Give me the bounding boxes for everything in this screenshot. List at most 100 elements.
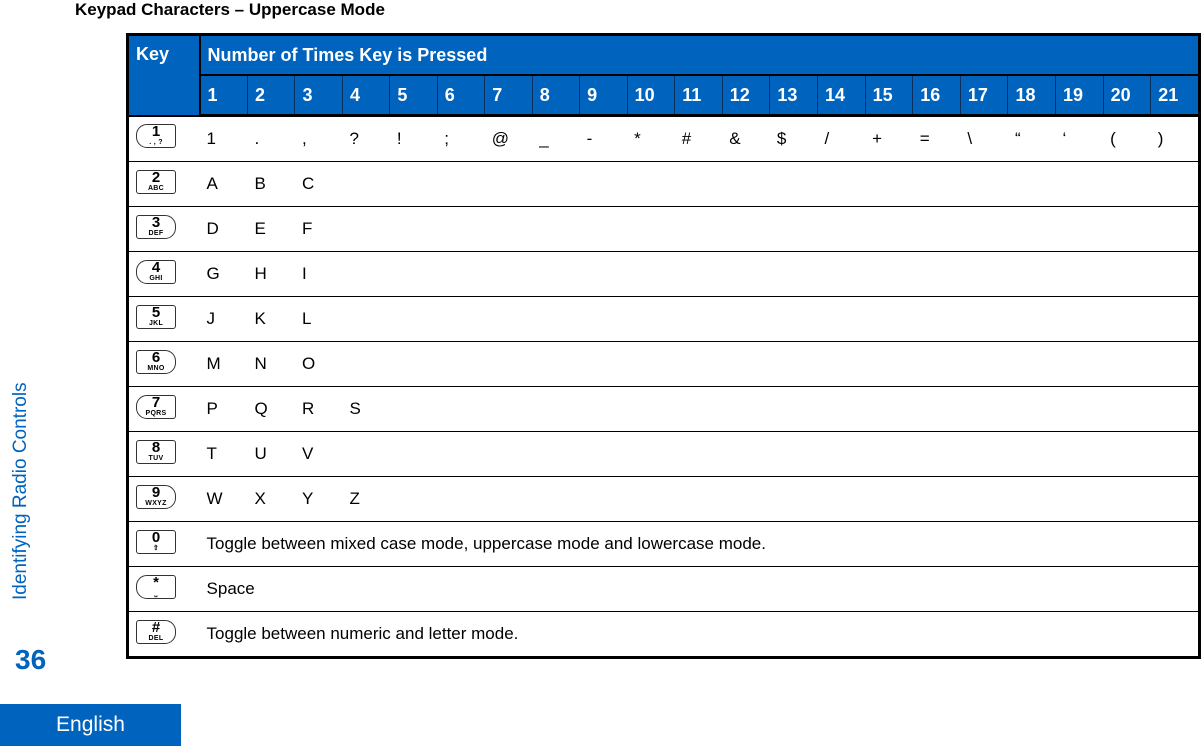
character-cell [865, 386, 913, 432]
character-cell [1007, 296, 1056, 342]
key-sub-glyph: JKL [148, 319, 164, 327]
key-description: Toggle between numeric and letter mode. [206, 624, 519, 643]
character-cell [817, 341, 866, 387]
character-cell [1150, 206, 1200, 252]
character-cell [579, 251, 628, 297]
key-0-icon: 0 ⇧ [136, 529, 176, 554]
character-cell [960, 341, 1008, 387]
character-cell [389, 476, 438, 522]
keypad-characters-table: Key Number of Times Key is Pressed 12345… [126, 33, 1201, 659]
character-cell [484, 431, 533, 477]
table-row: 5 JKL J K L [127, 296, 1200, 342]
character-cell [627, 206, 675, 252]
character-cell: I [294, 251, 343, 297]
character-cell: K [247, 296, 295, 342]
press-count-header: 12 [721, 75, 770, 117]
character-cell [722, 341, 770, 387]
press-count-header: 10 [626, 75, 675, 117]
key-2-icon: 2 ABC [136, 169, 176, 194]
character-cell: = [912, 115, 961, 162]
character-cell [960, 431, 1008, 477]
press-count-header: 6 [436, 75, 485, 117]
section-label: Identifying Radio Controls [10, 382, 31, 600]
character-cell [769, 476, 818, 522]
character-cell [627, 476, 675, 522]
character-cell [674, 386, 723, 432]
character-cell [532, 386, 580, 432]
character-cell [769, 161, 818, 207]
character-cell [532, 296, 580, 342]
character-cell [769, 431, 818, 477]
table-row: 7 PQRS P Q R S [127, 386, 1200, 432]
character-cell [484, 206, 533, 252]
key-sub-glyph: ⇧ [152, 544, 160, 552]
key-main-glyph: 4 [151, 258, 161, 276]
character-cell: & [722, 115, 770, 162]
key-main-glyph: 5 [151, 303, 161, 321]
key-3-icon: 3 DEF [136, 214, 176, 239]
key-cell: 4 GHI [127, 251, 200, 297]
character-cell [437, 386, 485, 432]
character-cell: F [294, 206, 343, 252]
character-cell [865, 431, 913, 477]
character-cell [1007, 476, 1056, 522]
character-cell: P [199, 386, 248, 432]
character-cell [437, 206, 485, 252]
press-count-header: 11 [674, 75, 723, 117]
key-sub-glyph: PQRS [145, 409, 167, 417]
key-cell: 7 PQRS [127, 386, 200, 432]
character-cell: 1 [199, 115, 248, 162]
character-cell [912, 206, 961, 252]
character-cell [1055, 206, 1104, 252]
character-cell [1007, 161, 1056, 207]
press-count-header: 20 [1102, 75, 1151, 117]
key-cell: 2 ABC [127, 161, 200, 207]
key-sub-glyph: WXYZ [145, 499, 167, 507]
character-cell [960, 161, 1008, 207]
character-cell [960, 206, 1008, 252]
key-main-glyph: 9 [151, 483, 161, 501]
character-cell: X [247, 476, 295, 522]
press-count-header: 17 [959, 75, 1008, 117]
character-cell: H [247, 251, 295, 297]
character-cell [912, 296, 961, 342]
key-hash-icon: # DEL [136, 619, 176, 644]
character-cell [579, 341, 628, 387]
character-cell: # [674, 115, 723, 162]
key-description: Toggle between mixed case mode, uppercas… [199, 521, 1200, 567]
character-cell: L [294, 296, 343, 342]
character-cell: ? [342, 115, 390, 162]
key-star-icon: * ⎵ [136, 574, 176, 599]
press-count-row: 1 2 3 4 5 6 7 8 9 10 11 12 13 14 15 16 17 18 19 20 21 [128, 75, 1200, 117]
character-cell [1103, 206, 1151, 252]
character-cell [912, 251, 961, 297]
character-cell [817, 161, 866, 207]
character-cell: Q [247, 386, 295, 432]
character-cell [1055, 476, 1104, 522]
character-cell [912, 386, 961, 432]
character-cell: T [199, 431, 248, 477]
character-cell [912, 476, 961, 522]
character-cell [389, 296, 438, 342]
key-6-icon: 6 MNO [136, 349, 176, 374]
press-count-header: 19 [1055, 75, 1104, 117]
key-cell: * ⎵ [127, 566, 200, 612]
character-cell [437, 161, 485, 207]
character-cell [722, 251, 770, 297]
character-cell [1103, 476, 1151, 522]
character-cell: “ [1007, 115, 1056, 162]
key-sub-glyph: MNO [147, 364, 165, 372]
character-cell [674, 206, 723, 252]
character-cell: - [579, 115, 628, 162]
character-cell [1103, 386, 1151, 432]
character-cell: Y [294, 476, 343, 522]
character-cell: G [199, 251, 248, 297]
character-cell [722, 161, 770, 207]
key-1-icon: 1. , ? [136, 124, 176, 149]
key-sub-glyph: TUV [148, 454, 164, 462]
press-count-header: 18 [1007, 75, 1056, 117]
character-cell [722, 206, 770, 252]
character-cell [817, 206, 866, 252]
character-cell [1007, 251, 1056, 297]
key-sub-glyph: . , ? [149, 139, 163, 147]
